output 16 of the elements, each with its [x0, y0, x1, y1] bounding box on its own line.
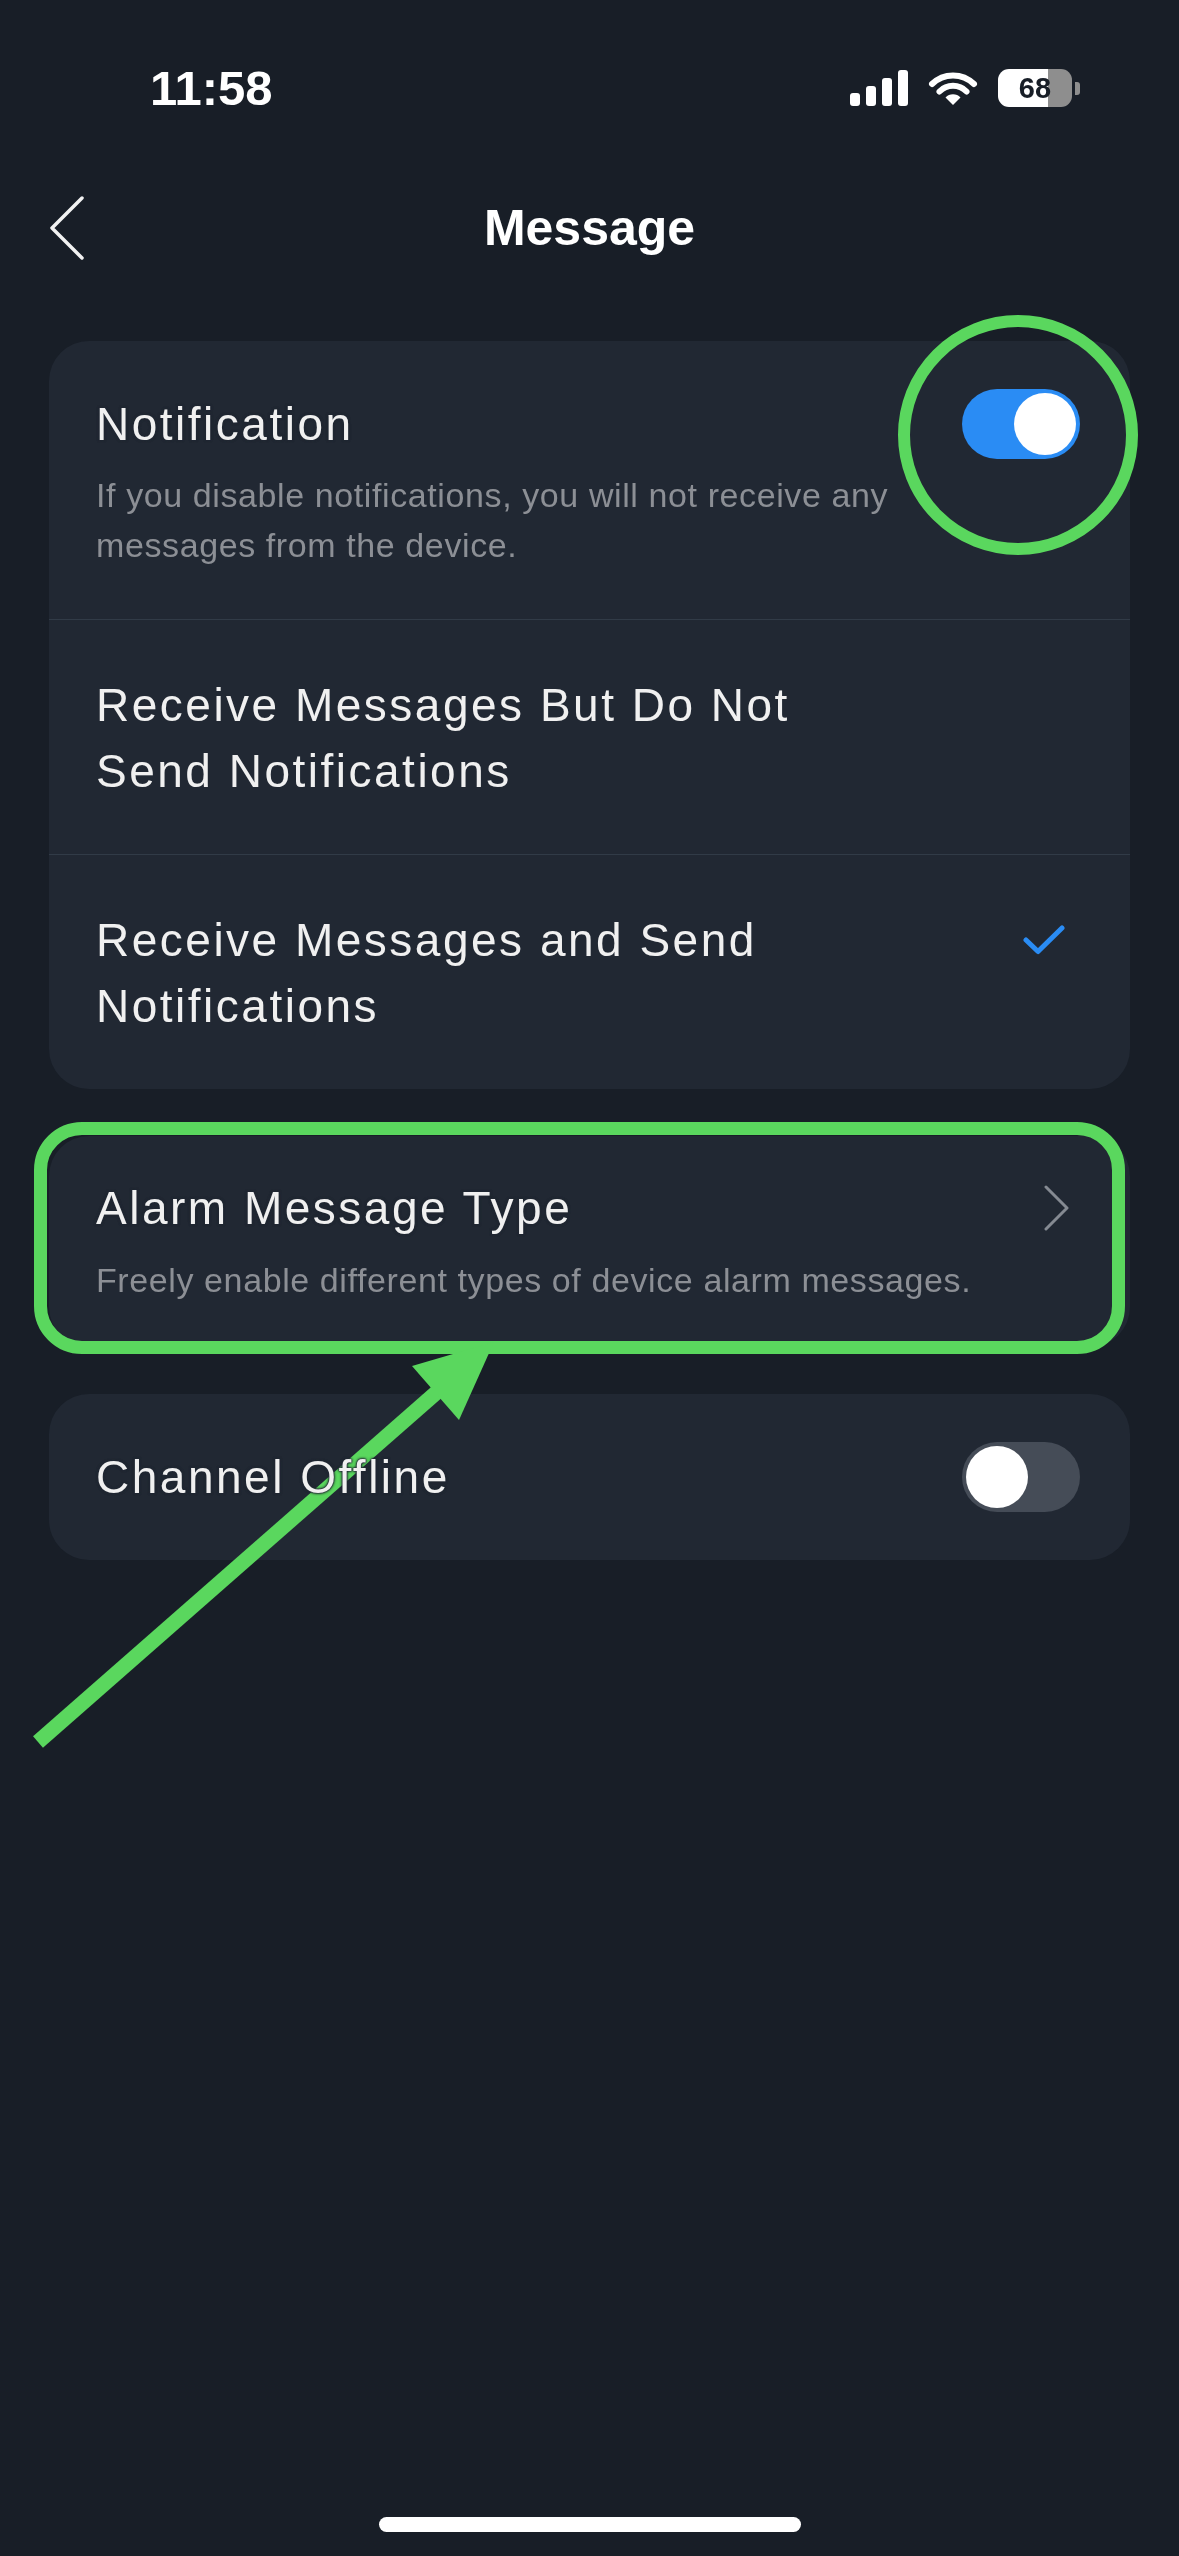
- page-title: Message: [483, 199, 696, 258]
- battery-cap-icon: [1075, 81, 1080, 95]
- status-time: 11:58: [150, 63, 273, 113]
- chevron-right-icon: [1044, 1185, 1070, 1231]
- wifi-icon: [928, 70, 978, 106]
- setting-description: Freely enable different types of device alarm messages.: [96, 1260, 973, 1301]
- navigation-row[interactable]: Alarm Message Type Freely enable different types of device alarm messages.: [49, 1136, 1130, 1347]
- setting-title: Notification: [96, 397, 354, 452]
- battery-percentage: 68: [998, 69, 1072, 107]
- cellular-signal-icon: [850, 70, 908, 106]
- setting-title: Alarm Message Type: [96, 1181, 573, 1236]
- option-row[interactable]: Receive Messages and Send Notifications: [49, 855, 1130, 1089]
- chevron-left-icon: [49, 196, 85, 260]
- option-row[interactable]: Receive Messages But Do Not Send Notifications: [49, 620, 1130, 854]
- setting-description: If you disable notifications, you will not receive any messages from the device.: [96, 475, 890, 566]
- back-button[interactable]: [49, 196, 85, 260]
